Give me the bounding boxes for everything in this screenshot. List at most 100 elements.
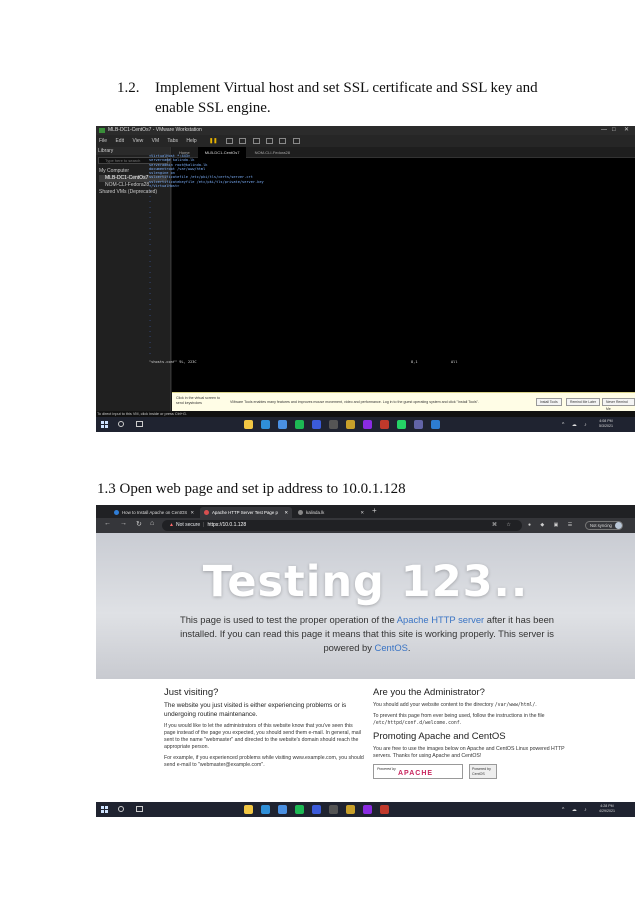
menu-file[interactable]: File [99,138,107,144]
edge-icon[interactable] [261,805,270,814]
app-icon[interactable] [312,420,321,429]
not-secure-label: Not secure [175,522,201,528]
vim-empty-lines: ~ ~ ~ ~ ~ ~ ~ ~ ~ ~ ~ ~ ~ ~ ~ ~ ~ ~ ~ ~ … [149,184,152,356]
close-icon[interactable]: ✕ [624,126,629,135]
admin-heading: Are you the Administrator? [373,687,485,698]
menu-vm[interactable]: VM [152,138,160,144]
tab-apache-guide[interactable]: How to Install Apache on CentOS ✕ [110,507,198,518]
vmware-taskbar-icon[interactable] [346,420,355,429]
section-heading-1-3: 1.3 Open web page and set ip address to … [97,481,406,497]
clock: 4:08 PM 5/3/2021 [599,419,613,429]
address-bar-icons[interactable]: ⌘ ☆ [492,522,515,528]
visiting-heading: Just visiting? [164,687,219,698]
remind-later-button[interactable]: Remind Me Later [566,398,601,406]
never-remind-button[interactable]: Never Remind Me [602,398,635,411]
task-view-icon[interactable] [136,806,143,812]
mail-icon[interactable] [431,420,440,429]
profile-avatar[interactable] [615,522,622,529]
tray-icons[interactable]: ^ ☁ ♪ [562,807,590,813]
section-heading-line1: Implement Virtual host and set SSL certi… [155,80,538,96]
tree-shared-vms[interactable]: Shared VMs (Deprecated) [99,189,167,196]
notice-message: VMware Tools enables many features and i… [230,400,479,404]
extension-icons[interactable]: ● ◆ ▣ ☰ [528,522,576,528]
menu-view[interactable]: View [132,138,143,144]
spotify-icon[interactable] [295,805,304,814]
app-icon[interactable] [329,420,338,429]
search-icon[interactable] [118,421,124,427]
windows-start-icon[interactable] [101,806,108,813]
reload-icon[interactable]: ↻ [136,520,142,528]
admin-column: Are you the Administrator? You should ad… [373,687,578,779]
chrome-icon[interactable] [278,420,287,429]
toolbar-snapshot-icon[interactable] [225,137,233,144]
vmware-menubar: File Edit View VM Tabs Help ❚❚ [96,135,635,147]
section-heading-line2: enable SSL engine. [155,100,271,116]
file-explorer-icon[interactable] [244,420,253,429]
promoting-heading: Promoting Apache and CentOS [373,731,506,742]
window-title: MLB-DC1-CentOs7 - VMware Workstation [108,127,202,133]
test-page-hero: Testing 123.. This page is used to test … [96,533,635,679]
section-number: 1.2. [117,80,140,96]
tab-favicon [114,510,119,515]
chrome-icon[interactable] [278,805,287,814]
task-view-icon[interactable] [136,421,143,427]
clock: 4:28 PM 4/29/2021 [599,804,615,814]
visiting-paragraph: If you would like to let the administrat… [164,723,361,750]
install-tools-button[interactable]: Install Tools [536,398,562,406]
toolbar-unity-icon[interactable] [279,137,287,144]
vim-statusline: "vhosts.conf" 9L, 223C 8,1 All [149,360,549,364]
windows-taskbar: ^ ☁ ♪ 4:28 PM 4/29/2021 [96,802,635,817]
hero-text: This page is used to test the proper ope… [179,614,554,653]
home-icon[interactable]: ⌂ [150,520,154,527]
app-icon[interactable] [363,420,372,429]
vmware-taskbar-icon[interactable] [346,805,355,814]
pause-icon[interactable]: ❚❚ [209,138,217,144]
app-icon[interactable] [312,805,321,814]
app-icon[interactable] [363,805,372,814]
back-icon[interactable]: ← [104,520,111,527]
whatsapp-icon[interactable] [397,420,406,429]
edge-icon[interactable] [261,420,270,429]
tab-kalinda[interactable]: kalinda.lk ✕ [294,507,368,518]
tab-favicon [298,510,303,515]
address-bar[interactable]: ▲ Not secure | https://10.0.1.128 [162,520,522,531]
toolbar-console-icon[interactable] [292,137,300,144]
apache-link[interactable]: Apache HTTP server [397,614,484,625]
tab-close-icon[interactable]: ✕ [360,507,364,518]
windows-taskbar: ^ ☁ ♪ 4:08 PM 5/3/2021 [96,417,635,432]
pdf-icon[interactable] [380,420,389,429]
menu-tabs[interactable]: Tabs [167,138,178,144]
tab-apache-test-page[interactable]: Apache HTTP Server Test Page p ✕ [200,507,292,518]
url-text: https://10.0.1.128 [207,522,247,528]
search-icon[interactable] [118,806,124,812]
minimize-icon[interactable]: — [601,126,607,135]
toolbar-manage-icon[interactable] [252,137,260,144]
toolbar-fullscreen-icon[interactable] [266,137,274,144]
section-heading-1-2: 1.2. Implement Virtual host and set SSL c… [117,78,557,118]
status-position: 8,1 [411,360,418,364]
app-icon[interactable] [329,805,338,814]
visiting-example: For example, if you experienced problems… [164,755,364,768]
maximize-icon[interactable]: □ [612,126,616,135]
tab-close-icon[interactable]: ✕ [190,507,194,518]
centos-link[interactable]: CentOS [375,642,408,653]
status-file: "vhosts.conf" 9L, 223C [149,360,197,364]
menu-edit[interactable]: Edit [115,138,124,144]
windows-start-icon[interactable] [101,421,108,428]
status-percent: All [451,360,458,364]
file-explorer-icon[interactable] [244,805,253,814]
teams-icon[interactable] [414,420,423,429]
vmware-tools-notice: Click in the virtual screen to send keys… [172,392,635,411]
promoting-paragraph: You are free to use the images below on … [373,746,565,759]
visiting-column: Just visiting? The website you just visi… [164,687,364,773]
toolbar-revert-icon[interactable] [239,137,247,144]
pdf-icon[interactable] [380,805,389,814]
tray-icons[interactable]: ^ ☁ ♪ [562,422,590,428]
new-tab-icon[interactable]: + [372,506,377,515]
spotify-icon[interactable] [295,420,304,429]
forward-icon[interactable]: → [120,520,127,527]
tab-close-icon[interactable]: ✕ [284,507,288,518]
browser-toolbar: ← → ↻ ⌂ ▲ Not secure | https://10.0.1.128 ⌘… [96,518,635,533]
powered-by-centos-badge: Powered by CentOS [469,764,497,779]
menu-help[interactable]: Help [186,138,196,144]
